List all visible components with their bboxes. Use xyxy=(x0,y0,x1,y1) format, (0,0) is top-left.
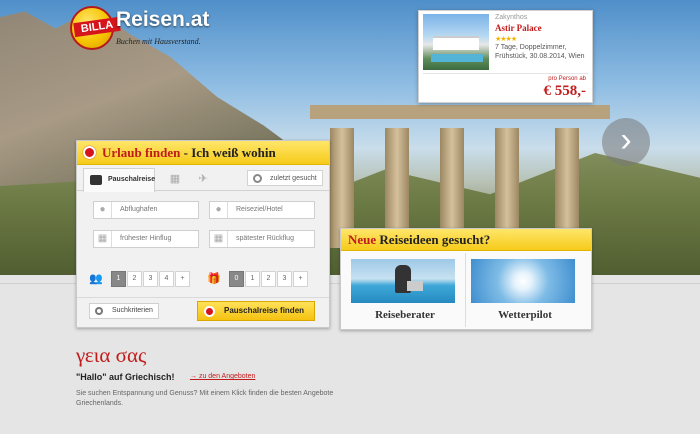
find-label: Pauschalreise finden xyxy=(224,306,305,315)
tab-pauschalreise[interactable]: Pauschalreise xyxy=(83,168,155,192)
logo[interactable]: BILLA Reisen.at Buchen mit Hausverstand. xyxy=(68,4,218,54)
location-icon: ● xyxy=(94,202,112,218)
hotel-pool xyxy=(431,54,483,62)
hotel-icon[interactable]: ▦ xyxy=(169,173,181,185)
earliest-date-input[interactable]: ▦ frühester Hinflug xyxy=(93,230,199,248)
destination-placeholder: Reiseziel/Hotel xyxy=(236,206,283,213)
adults-option[interactable]: 3 xyxy=(143,271,158,287)
search-title-black: - Ich weiß wohin xyxy=(183,145,276,160)
search-title-red: Urlaub finden xyxy=(102,145,181,160)
laptop-icon xyxy=(407,281,423,291)
offer-hotel-name[interactable]: Astir Palace xyxy=(495,23,542,33)
calendar-icon: ▦ xyxy=(94,231,112,247)
search-panel: Urlaub finden - Ich weiß wohin Pauschalr… xyxy=(76,140,330,328)
logo-text: Reisen.at xyxy=(116,8,210,31)
adults-option[interactable]: + xyxy=(175,271,190,287)
calendar-icon: ▦ xyxy=(210,231,228,247)
children-option[interactable]: 1 xyxy=(245,271,260,287)
tab-label: Pauschalreise xyxy=(108,176,156,183)
red-globe-icon xyxy=(204,306,215,317)
flight-icon[interactable]: ✈ xyxy=(197,173,209,185)
ideas-title-black: Reiseideen gesucht? xyxy=(379,232,491,247)
adults-option[interactable]: 4 xyxy=(159,271,174,287)
departure-placeholder: Abflughafen xyxy=(120,206,158,213)
offer-region: Zakynthos xyxy=(495,14,528,21)
gift-icon: 🎁 xyxy=(207,273,221,285)
latest-placeholder: spätester Rückflug xyxy=(236,235,294,242)
children-option[interactable]: + xyxy=(293,271,308,287)
clock-icon xyxy=(253,174,262,183)
children-option[interactable]: 3 xyxy=(277,271,292,287)
hotel-image[interactable] xyxy=(423,14,489,70)
chevron-right-icon[interactable]: › xyxy=(602,118,650,166)
travel-ideas-panel: Neue Reiseideen gesucht? Reiseberater We… xyxy=(340,228,592,330)
offer-divider xyxy=(423,73,588,74)
travel-advisor-label[interactable]: Reiseberater xyxy=(345,309,465,321)
weather-pilot-card[interactable]: Wetterpilot xyxy=(465,259,577,329)
search-tabs: Pauschalreise ▦ ✈ zuletzt gesucht xyxy=(77,165,329,192)
offer-description: 7 Tage, Doppelzimmer, Frühstück, 30.08.2… xyxy=(495,44,585,60)
adults-option[interactable]: 1 xyxy=(111,271,126,287)
greek-greeting: γεια σας xyxy=(76,343,147,367)
last-search-label: zuletzt gesucht xyxy=(270,175,317,182)
search-criteria-button[interactable]: Suchkriterien xyxy=(89,303,159,319)
search-divider xyxy=(77,297,329,298)
children-option[interactable]: 2 xyxy=(261,271,276,287)
ideas-title-red: Neue xyxy=(348,232,377,247)
find-package-button[interactable]: Pauschalreise finden xyxy=(197,301,315,321)
page: BILLA Reisen.at Buchen mit Hausverstand.… xyxy=(0,0,700,434)
weather-pilot-image[interactable] xyxy=(471,259,575,303)
star-rating-icon: ★★★★ xyxy=(495,36,517,43)
search-header: Urlaub finden - Ich weiß wohin xyxy=(77,141,329,165)
departure-airport-input[interactable]: ● Abflughafen xyxy=(93,201,199,219)
intro-text: Sie suchen Entspannung und Genuss? Mit e… xyxy=(76,390,334,407)
location-icon: ● xyxy=(210,202,228,218)
destination-input[interactable]: ● Reiseziel/Hotel xyxy=(209,201,315,219)
featured-offer-card[interactable]: Zakynthos Astir Palace ★★★★ 7 Tage, Dopp… xyxy=(418,10,593,103)
weather-pilot-label[interactable]: Wetterpilot xyxy=(465,309,585,321)
adults-icon: 👥 xyxy=(89,273,103,285)
offers-link-text: zu den Angeboten xyxy=(198,373,256,380)
suitcase-icon xyxy=(90,175,102,185)
gear-icon xyxy=(95,307,103,315)
hotel-building xyxy=(433,36,479,50)
ideas-title: Neue Reiseideen gesucht? xyxy=(341,229,591,251)
offers-link[interactable]: → zu den Angeboten xyxy=(190,373,255,380)
search-title: Urlaub finden - Ich weiß wohin xyxy=(102,145,276,161)
greeting-subtitle: "Hallo" auf Griechisch! xyxy=(76,372,175,382)
latest-date-input[interactable]: ▦ spätester Rückflug xyxy=(209,230,315,248)
last-search-button[interactable]: zuletzt gesucht xyxy=(247,170,323,186)
children-option[interactable]: 0 xyxy=(229,271,244,287)
travel-advisor-card[interactable]: Reiseberater xyxy=(345,259,457,329)
travel-advisor-image[interactable] xyxy=(351,259,455,303)
adults-option[interactable]: 2 xyxy=(127,271,142,287)
red-globe-icon xyxy=(83,146,96,159)
earliest-placeholder: frühester Hinflug xyxy=(120,235,172,242)
offer-price[interactable]: € 558,- xyxy=(544,83,587,100)
temple-entablature xyxy=(310,105,610,119)
criteria-label: Suchkriterien xyxy=(112,307,153,314)
logo-slogan: Buchen mit Hausverstand. xyxy=(116,37,201,46)
per-person-label: pro Person ab xyxy=(548,76,586,82)
